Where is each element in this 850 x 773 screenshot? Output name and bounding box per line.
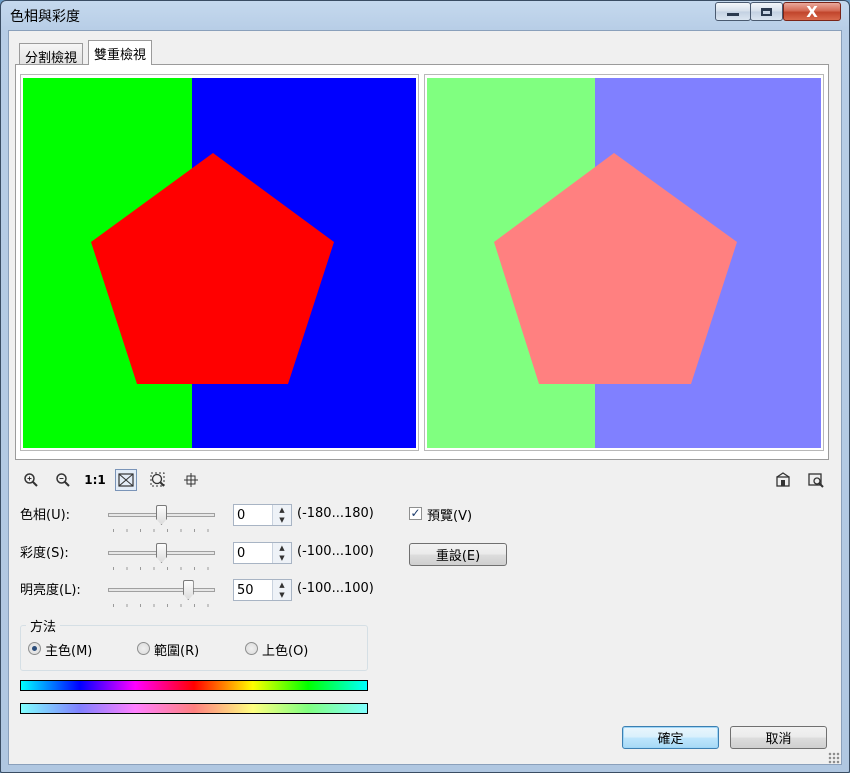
hue-slider-ticks: [113, 529, 210, 532]
ok-button[interactable]: 確定: [622, 726, 719, 749]
hue-spinbox[interactable]: 0 ▲ ▼: [233, 504, 292, 526]
close-button[interactable]: X: [783, 2, 841, 21]
spin-up-icon[interactable]: ▲: [273, 543, 291, 553]
window-title: 色相與彩度: [10, 9, 80, 25]
tab-split-view[interactable]: 分割檢視: [19, 43, 84, 66]
hue-value: 0: [237, 508, 246, 523]
saturation-label: 彩度(S):: [20, 546, 69, 561]
zoom-out-button[interactable]: [52, 469, 74, 491]
pan-button[interactable]: [180, 469, 202, 491]
hue-spectrum-original: [20, 680, 368, 691]
adjusted-image: [427, 78, 821, 448]
pan-icon: [184, 473, 198, 487]
saturation-slider-ticks: [113, 567, 210, 570]
saturation-spinbox[interactable]: 0 ▲ ▼: [233, 542, 292, 564]
original-preview[interactable]: [20, 74, 419, 451]
method-colorize-label[interactable]: 上色(O): [262, 640, 308, 659]
preview-window-icon: [808, 473, 824, 488]
lightness-value: 50: [237, 583, 254, 598]
method-range-label[interactable]: 範圍(R): [154, 640, 199, 659]
minimize-icon: [727, 13, 739, 16]
spin-down-icon[interactable]: ▼: [273, 553, 291, 563]
zoom-area-icon: [150, 472, 165, 487]
adjusted-preview[interactable]: [424, 74, 824, 451]
method-dominant-label[interactable]: 主色(M): [45, 640, 92, 659]
hue-label: 色相(U):: [20, 508, 71, 523]
method-colorize-radio[interactable]: [245, 642, 258, 655]
spin-down-icon[interactable]: ▼: [273, 590, 291, 600]
spin-up-icon[interactable]: ▲: [273, 580, 291, 590]
reset-button[interactable]: 重設(E): [409, 543, 507, 566]
reset-view-button[interactable]: [772, 469, 794, 491]
actual-size-button[interactable]: 1:1: [84, 469, 106, 491]
lightness-slider-ticks: [113, 604, 210, 607]
lightness-label: 明亮度(L):: [20, 583, 81, 598]
saturation-range: (-100...100): [297, 544, 374, 559]
tab-dual-view[interactable]: 雙重檢視: [88, 40, 153, 65]
resize-grip[interactable]: [828, 752, 840, 764]
cancel-button[interactable]: 取消: [730, 726, 827, 749]
fit-window-icon: [118, 473, 134, 487]
actual-size-label: 1:1: [84, 473, 106, 487]
preview-checkbox[interactable]: ✓: [409, 507, 422, 520]
saturation-value: 0: [237, 546, 246, 561]
hue-range: (-180...180): [297, 506, 374, 521]
method-title: 方法: [26, 616, 61, 635]
zoom-out-icon: [56, 473, 70, 487]
spin-down-icon[interactable]: ▼: [273, 515, 291, 525]
cancel-button-label: 取消: [765, 732, 792, 747]
fit-window-button[interactable]: [115, 469, 137, 491]
preview-label[interactable]: 預覽(V): [427, 505, 472, 524]
spin-up-icon[interactable]: ▲: [273, 505, 291, 515]
checkmark-icon: ✓: [410, 506, 421, 520]
preview-window-button[interactable]: [805, 469, 827, 491]
lightness-slider-track[interactable]: [108, 588, 215, 592]
zoom-area-button[interactable]: [147, 469, 169, 491]
ok-button-label: 確定: [657, 732, 684, 747]
maximize-icon: [761, 7, 772, 16]
zoom-in-icon: [24, 473, 38, 487]
lightness-range: (-100...100): [297, 581, 374, 596]
zoom-in-button[interactable]: [20, 469, 42, 491]
method-dominant-radio[interactable]: [28, 642, 41, 655]
hue-spectrum-adjusted: [20, 703, 368, 714]
minimize-button[interactable]: [715, 2, 751, 21]
maximize-button[interactable]: [750, 2, 783, 21]
reset-button-label: 重設(E): [435, 549, 481, 564]
close-icon: X: [806, 2, 818, 21]
reset-view-icon: [776, 472, 790, 487]
method-range-radio[interactable]: [137, 642, 150, 655]
lightness-spinbox[interactable]: 50 ▲ ▼: [233, 579, 292, 601]
original-image: [23, 78, 416, 448]
tab-label: 雙重檢視: [94, 48, 147, 63]
